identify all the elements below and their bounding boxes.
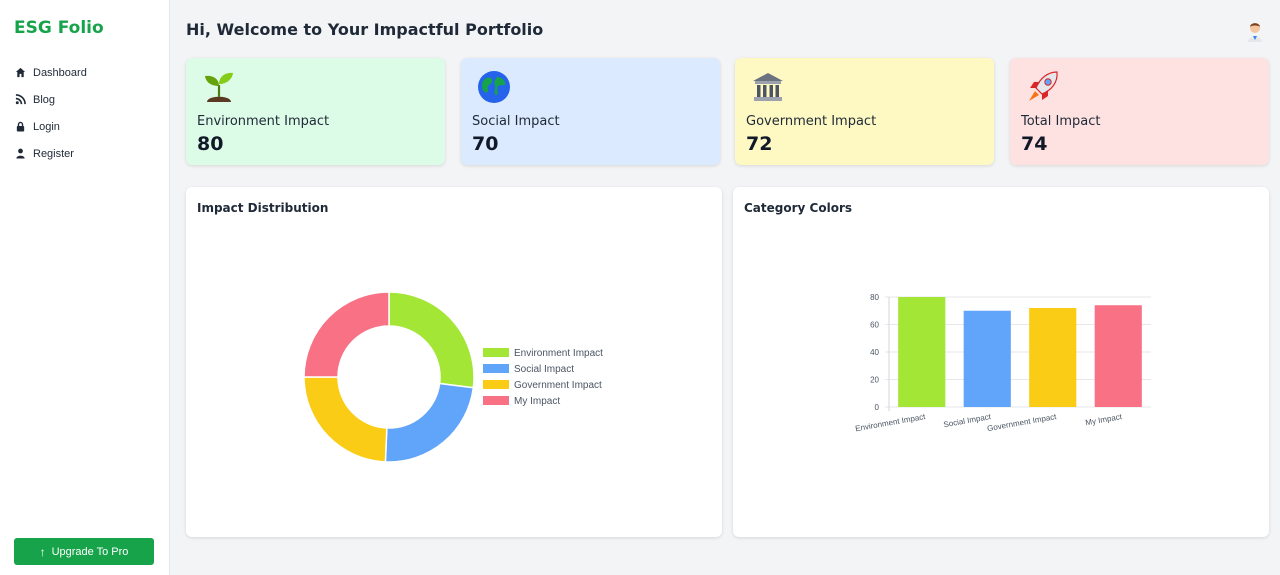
card-value: 74: [1021, 133, 1048, 155]
sidebar-item-label: Register: [33, 147, 74, 160]
user-avatar-icon[interactable]: [1243, 18, 1267, 42]
upgrade-button[interactable]: ↑ Upgrade To Pro: [14, 538, 154, 565]
y-tick-label: 80: [870, 293, 879, 302]
legend-swatch: [483, 348, 509, 357]
y-tick-label: 40: [870, 348, 879, 357]
sidebar-item-login[interactable]: Login: [14, 113, 87, 140]
category-colors-panel: Category Colors 0 20 40 60 80 Environment Imp…: [733, 187, 1269, 537]
legend-swatch: [483, 380, 509, 389]
bar-my-impact[interactable]: [1094, 305, 1142, 407]
sidebar-item-register[interactable]: Register: [14, 140, 87, 167]
card-label: Total Impact: [1021, 114, 1101, 129]
sidebar-nav: Dashboard Blog Login Register: [14, 59, 87, 167]
environment-impact-card[interactable]: Environment Impact 80: [186, 58, 445, 165]
card-label: Social Impact: [472, 114, 560, 129]
sidebar-item-blog[interactable]: Blog: [14, 86, 87, 113]
bar-chart: 0 20 40 60 80 Environment Impact Social Impact…: [854, 293, 1151, 433]
sidebar-item-label: Blog: [33, 93, 56, 106]
bar-government-impact[interactable]: [1029, 308, 1077, 407]
brand-logo[interactable]: ESG Folio: [14, 18, 104, 38]
legend-label[interactable]: My Impact: [514, 396, 560, 407]
sidebar-item-dashboard[interactable]: Dashboard: [14, 59, 87, 86]
donut-slice-government-impact[interactable]: [303, 376, 388, 463]
sidebar-item-label: Dashboard: [33, 66, 87, 79]
x-tick-label: Social Impact: [943, 412, 993, 429]
legend-label[interactable]: Social Impact: [514, 364, 574, 375]
legend-swatch: [483, 396, 509, 405]
y-tick-label: 60: [870, 321, 879, 330]
donut-slice-environment-impact[interactable]: [388, 291, 475, 389]
social-impact-card[interactable]: Social Impact 70: [461, 58, 720, 165]
y-tick-label: 20: [870, 376, 879, 385]
bar-social-impact[interactable]: [963, 310, 1011, 407]
government-impact-card[interactable]: Government Impact 72: [735, 58, 994, 165]
x-tick-label: Government Impact: [986, 412, 1058, 433]
lock-icon: [14, 121, 26, 133]
impact-distribution-panel: Impact Distribution Environment Impact So…: [186, 187, 722, 537]
doughnut-chart: Environment Impact Social Impact Governmen…: [303, 291, 603, 463]
bar-environment-impact[interactable]: [898, 297, 946, 407]
home-icon: [14, 67, 26, 79]
user-icon: [14, 148, 26, 160]
card-value: 72: [746, 133, 773, 155]
card-value: 70: [472, 133, 499, 155]
rss-icon: [14, 94, 26, 106]
sidebar-item-label: Login: [33, 120, 60, 133]
bank-icon: [749, 68, 787, 106]
sidebar: ESG Folio Dashboard Blog Login Register: [0, 0, 170, 575]
legend-swatch: [483, 364, 509, 373]
globe-icon: [475, 68, 513, 106]
donut-slice-my-impact[interactable]: [303, 291, 390, 378]
y-tick-label: 0: [875, 403, 880, 412]
seedling-icon: [200, 68, 238, 106]
donut-slice-social-impact[interactable]: [384, 382, 475, 463]
card-label: Government Impact: [746, 114, 877, 129]
arrow-up-icon: ↑: [39, 544, 46, 559]
card-value: 80: [197, 133, 224, 155]
page-title: Hi, Welcome to Your Impactful Portfolio: [186, 20, 544, 39]
legend-label[interactable]: Environment Impact: [514, 348, 603, 359]
total-impact-card[interactable]: Total Impact 74: [1010, 58, 1269, 165]
card-label: Environment Impact: [197, 114, 330, 129]
legend-label[interactable]: Government Impact: [514, 380, 602, 391]
x-tick-label: Environment Impact: [854, 412, 926, 433]
rocket-icon: [1024, 68, 1062, 106]
upgrade-label: Upgrade To Pro: [51, 545, 129, 558]
x-tick-label: My Impact: [1085, 412, 1124, 427]
